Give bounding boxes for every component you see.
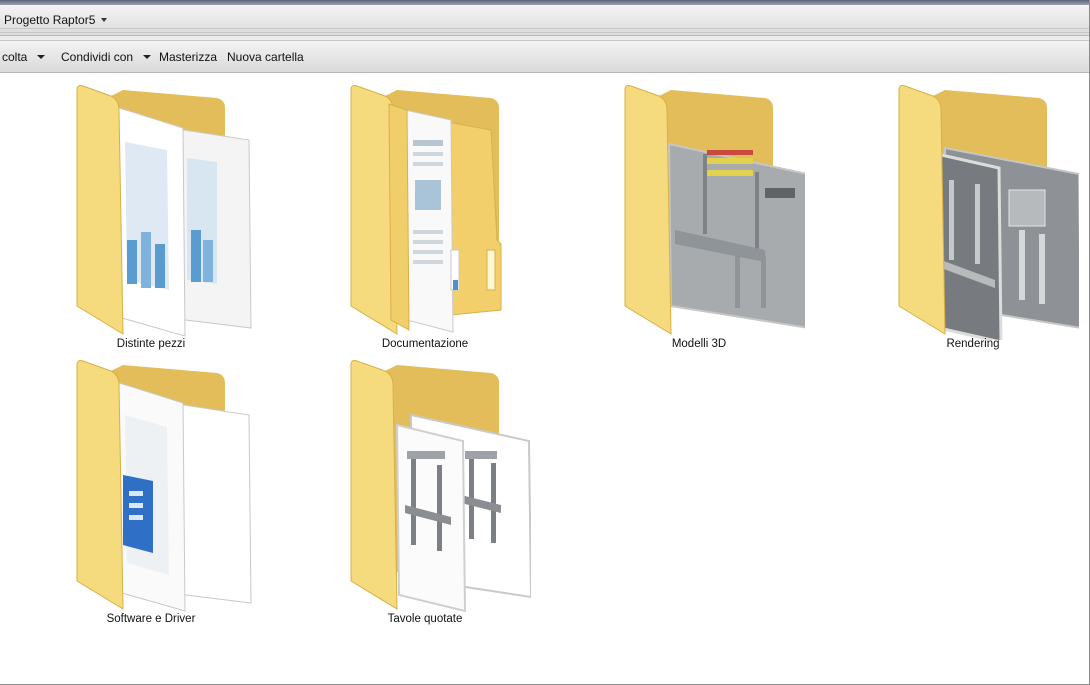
address-bar[interactable]: Progetto Raptor5 [0,5,1090,36]
folder-icon [76,360,252,612]
toolbar-item-label: colta [2,50,28,64]
toolbar-raccolta-button[interactable]: colta [2,50,46,64]
breadcrumb-dropdown-icon[interactable] [101,18,108,22]
address-bar-divider [0,28,1090,29]
toolbar-item-label: Masterizza [159,50,218,64]
folder-icon [350,360,531,613]
folder-name[interactable]: Tavole quotate [305,613,545,625]
toolbar-item-label: Condividi con [61,50,134,64]
chevron-down-icon [143,55,152,59]
toolbar-new-folder-button[interactable]: Nuova cartella [227,50,304,64]
folder-icon [624,85,805,335]
folder-name[interactable]: Rendering [853,338,1090,350]
chevron-down-icon [37,55,46,59]
toolbar-share-button[interactable]: Condividi con [61,50,152,64]
folder-item[interactable]: Tavole quotate [305,349,545,625]
folder-name[interactable]: Modelli 3D [579,338,819,350]
folder-item[interactable]: Documentazione [305,74,545,350]
breadcrumb[interactable]: Progetto Raptor5 [4,13,108,27]
folder-item[interactable]: Distinte pezzi [31,74,271,350]
folder-icon [76,85,252,337]
toolbar-item-label: Nuova cartella [227,50,304,64]
folder-name[interactable]: Software e Driver [31,613,271,625]
folder-item[interactable]: Software e Driver [31,349,271,625]
toolbar-burn-button[interactable]: Masterizza [159,50,217,64]
breadcrumb-folder[interactable]: Progetto Raptor5 [4,13,95,27]
command-bar: colta Condividi con Masterizza Nuova car… [0,41,1090,73]
folder-icon [898,85,1079,340]
folder-item[interactable]: Rendering [853,74,1090,350]
file-list-view[interactable]: Distinte pezzi Documentazione Modelli 3D… [0,74,1090,685]
address-bar-divider [0,32,1090,33]
folder-icon [350,85,502,335]
folder-item[interactable]: Modelli 3D [579,74,819,350]
